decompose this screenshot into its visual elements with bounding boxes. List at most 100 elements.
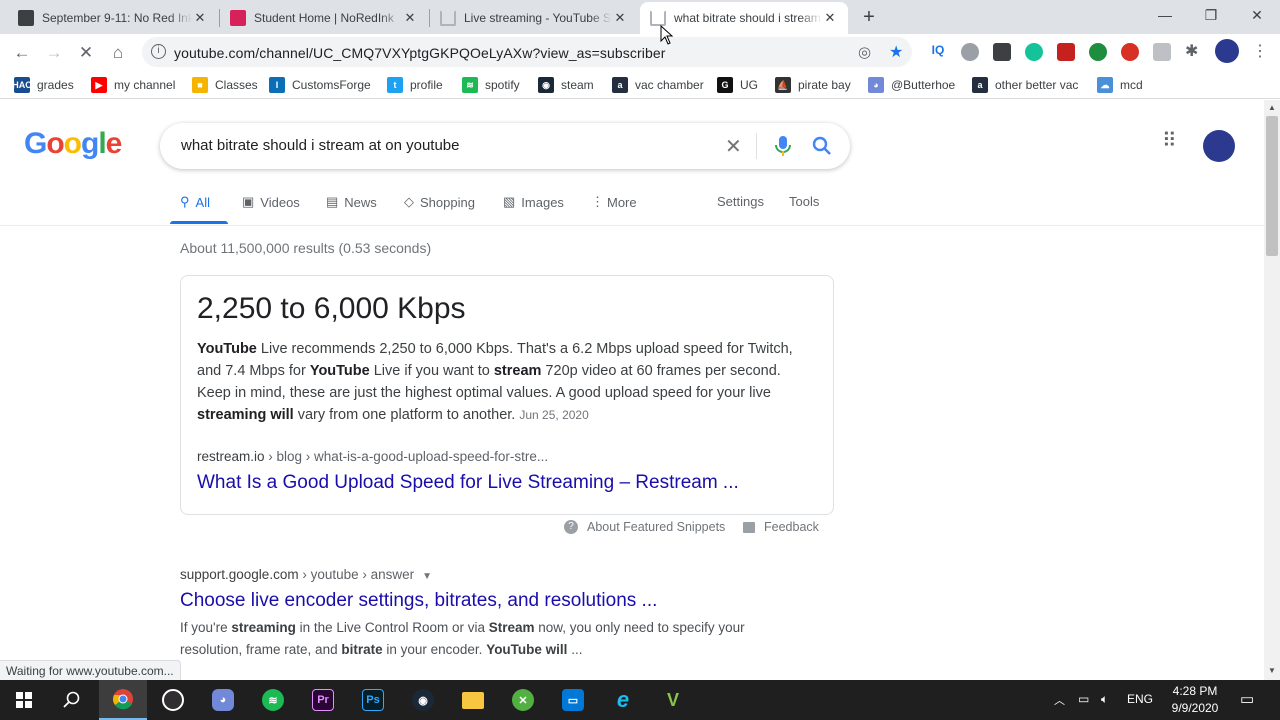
network-icon[interactable]: ▭ <box>1078 692 1089 706</box>
snippet-link[interactable]: What Is a Good Upload Speed for Live Str… <box>197 472 739 494</box>
bookmark-classes[interactable]: ■ Classes <box>192 75 258 95</box>
apps-grid-icon[interactable]: ⠿ <box>1162 131 1177 151</box>
settings-link[interactable]: Settings <box>717 194 764 209</box>
tab-title: Student Home | NoRedInk <box>254 11 394 25</box>
xbox-icon[interactable]: ✕ <box>499 680 547 720</box>
tab-all[interactable]: ⚲ All <box>180 194 210 210</box>
scrollbar-thumb[interactable] <box>1266 116 1278 256</box>
volume-icon[interactable]: 🔈︎ <box>1101 692 1108 707</box>
tab-more[interactable]: ⋮ More <box>591 194 637 210</box>
chevron-up-icon[interactable]: ︿ <box>1054 692 1065 708</box>
text-fragment: YouTube will <box>486 642 568 657</box>
bookmark-mcd[interactable]: ☁ mcd <box>1097 75 1143 95</box>
result-link[interactable]: Choose live encoder settings, bitrates, … <box>180 590 657 612</box>
location-icon[interactable]: ◎ <box>858 43 871 61</box>
windows-start-icon[interactable] <box>0 680 48 720</box>
new-tab-button[interactable]: + <box>858 6 880 28</box>
bookmark-my-channel[interactable]: ▶ my channel <box>91 75 175 95</box>
language-indicator[interactable]: ENG <box>1127 692 1153 706</box>
close-icon[interactable]: ✕ <box>402 10 418 26</box>
bookmark-label: pirate bay <box>798 78 851 92</box>
search-icon[interactable] <box>48 680 96 720</box>
tab-shopping[interactable]: ◇ Shopping <box>404 194 475 210</box>
tools-link[interactable]: Tools <box>789 194 819 209</box>
feedback-link[interactable]: Feedback <box>743 520 819 534</box>
close-icon[interactable]: ✕ <box>822 10 838 26</box>
photoshop-icon[interactable]: Ps <box>349 680 397 720</box>
feedback-icon <box>743 521 755 533</box>
text-fragment: vary from one platform to another. <box>293 407 516 423</box>
tab-noredink-student-home[interactable]: Student Home | NoRedInk ✕ <box>220 2 428 34</box>
scroll-up-icon[interactable]: ▲ <box>1268 103 1276 112</box>
steam-icon[interactable]: ◉ <box>399 680 447 720</box>
puzzle-icon[interactable]: ✱ <box>1185 41 1198 61</box>
notifications-icon[interactable]: ▭ <box>1240 690 1254 708</box>
noredink-icon <box>230 10 246 26</box>
extension-icon[interactable] <box>1057 43 1075 61</box>
address-bar[interactable]: i youtube.com/channel/UC_CMQ7VXYptgGKPQO… <box>142 37 912 67</box>
bookmark-star-icon[interactable]: ★ <box>889 42 903 62</box>
stop-button[interactable]: ✕ <box>73 40 99 66</box>
window-close-button[interactable]: ✕ <box>1234 0 1280 30</box>
text-fragment: Live if you want to <box>369 363 494 379</box>
bookmark-profile[interactable]: t profile <box>387 75 443 95</box>
tab-videos[interactable]: ▣ Videos <box>242 194 300 210</box>
about-featured-snippets[interactable]: ? About Featured Snippets <box>564 520 725 534</box>
discord-icon[interactable]: ◕ <box>199 680 247 720</box>
connect-icon[interactable]: ▭ <box>549 680 597 720</box>
grammarly-icon[interactable] <box>1025 43 1043 61</box>
account-avatar[interactable] <box>1203 130 1235 162</box>
bookmark-vac-chamber[interactable]: a vac chamber <box>612 75 704 95</box>
extension-icon[interactable] <box>993 43 1011 61</box>
spotify-icon[interactable]: ≋ <box>249 680 297 720</box>
internet-explorer-icon[interactable]: e <box>599 680 647 720</box>
premiere-icon[interactable]: Pr <box>299 680 347 720</box>
text-fragment: in the Live Control Room or via <box>295 620 489 635</box>
bookmark-customsforge[interactable]: I CustomsForge <box>269 75 371 95</box>
extension-icon[interactable] <box>1153 43 1171 61</box>
adblock-icon[interactable] <box>1121 43 1139 61</box>
tab-images[interactable]: ▧ Images <box>503 194 564 210</box>
profile-avatar[interactable] <box>1215 39 1239 63</box>
microphone-icon[interactable] <box>774 135 792 157</box>
bookmark-steam[interactable]: ◉ steam <box>538 75 594 95</box>
page-scrollbar[interactable]: ▲ ▼ <box>1264 100 1280 680</box>
file-explorer-icon[interactable] <box>449 680 497 720</box>
tab-youtube-studio[interactable]: Live streaming - YouTube Studio ✕ <box>430 2 638 34</box>
bookmark-other-better-vac[interactable]: a other better vac <box>972 75 1078 95</box>
bookmark-pirate-bay[interactable]: ⛵ pirate bay <box>775 75 851 95</box>
caret-down-icon[interactable]: ▼ <box>422 571 432 582</box>
tab-news[interactable]: ▤ News <box>326 194 377 210</box>
spotify-icon: ≋ <box>462 77 478 93</box>
minimize-button[interactable]: — <box>1142 0 1188 30</box>
obs-icon[interactable] <box>149 680 197 720</box>
vegas-icon[interactable]: V <box>649 680 697 720</box>
forward-button[interactable]: → <box>41 40 67 66</box>
restore-button[interactable]: ❐ <box>1188 0 1234 30</box>
google-logo[interactable]: Google <box>24 127 122 161</box>
extension-icon[interactable] <box>1089 43 1107 61</box>
bookmark-grades[interactable]: HAC grades <box>12 75 74 95</box>
close-icon[interactable]: ✕ <box>192 10 208 26</box>
result-cite: support.google.com › youtube › answer ▼ <box>180 567 433 582</box>
bookmark-butterhoe[interactable]: ◕ @Butterhoe <box>868 75 955 95</box>
info-icon[interactable]: i <box>151 44 166 59</box>
search-icon[interactable] <box>812 136 832 156</box>
home-button[interactable]: ⌂ <box>105 40 131 66</box>
search-input[interactable]: what bitrate should i stream at on youtu… <box>181 137 460 154</box>
clear-icon[interactable]: ✕ <box>725 134 742 159</box>
menu-icon[interactable]: ⋮ <box>1252 41 1268 61</box>
tab-noredink-september[interactable]: September 9-11: No Red Ink ✕ <box>8 2 218 34</box>
close-icon[interactable]: ✕ <box>612 10 628 26</box>
clock[interactable]: 4:28 PM 9/9/2020 <box>1160 683 1230 717</box>
text-fragment: If you're <box>180 620 232 635</box>
bookmark-ug[interactable]: G UG <box>717 75 758 95</box>
back-button[interactable]: ← <box>9 40 35 66</box>
scroll-down-icon[interactable]: ▼ <box>1268 666 1276 675</box>
bookmark-spotify[interactable]: ≋ spotify <box>462 75 520 95</box>
iq-extension-icon[interactable]: IQ <box>929 43 947 61</box>
chrome-icon[interactable] <box>99 680 147 720</box>
search-box[interactable]: what bitrate should i stream at on youtu… <box>160 123 850 169</box>
assignment-icon <box>18 10 34 26</box>
extension-icon[interactable] <box>961 43 979 61</box>
